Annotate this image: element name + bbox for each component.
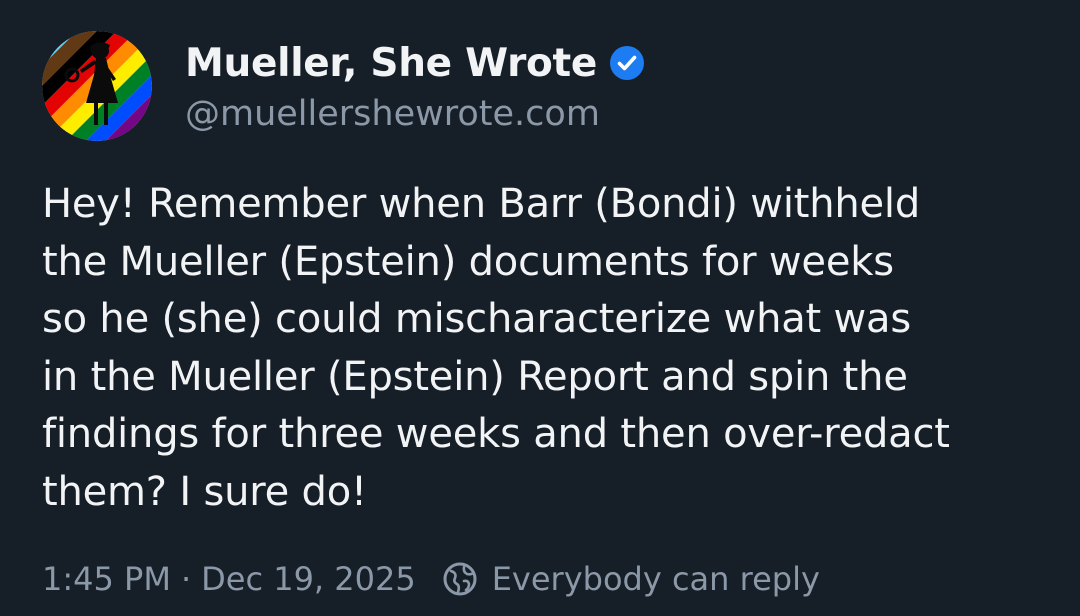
post-date[interactable]: Dec 19, 2025 [201,560,416,598]
author-names: Mueller, She Wrote @muellershewrote.com [185,38,645,134]
post-meta: 1:45 PM · Dec 19, 2025 Everybody can rep… [42,556,820,602]
meta-separator: · [180,560,192,598]
reply-setting[interactable]: Everybody can reply [492,560,820,598]
post-header: Mueller, She Wrote @muellershewrote.com [42,30,645,142]
author-display-name[interactable]: Mueller, She Wrote [185,41,597,86]
rainbow-silhouette-avatar-icon [42,31,152,141]
post-text: Hey! Remember when Barr (Bondi) withheld… [42,181,950,515]
name-row: Mueller, She Wrote [185,38,645,88]
post-time[interactable]: 1:45 PM [42,560,171,598]
globe-icon [443,562,477,596]
verified-badge-icon [610,46,645,80]
post-card: Mueller, She Wrote @muellershewrote.com … [0,0,1080,616]
author-handle[interactable]: @muellershewrote.com [185,94,645,134]
avatar[interactable] [42,31,152,141]
